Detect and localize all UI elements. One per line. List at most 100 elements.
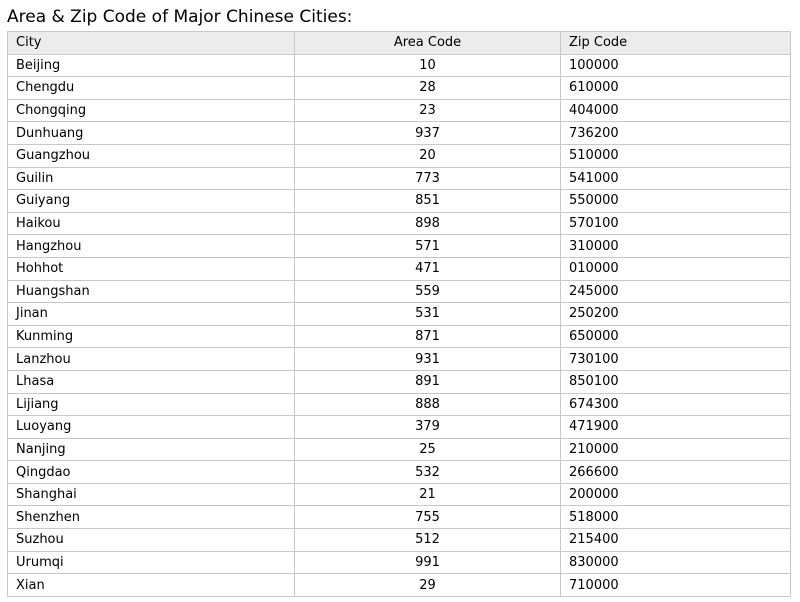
table-body: Beijing 10 100000 Chengdu 28 610000 Chongqing 2… [7,53,791,597]
table-row: Guangzhou 20 510000 [7,143,791,168]
cell-city: Nanjing [7,437,295,462]
cell-zip-code: 266600 [560,460,791,484]
header-area-code: Area Code [294,31,561,55]
cell-zip-code: 550000 [560,189,791,213]
cell-city: Dunhuang [7,121,295,145]
cell-city: Guangzhou [7,143,295,168]
city-code-table: City Area Code Zip Code Beijing 10 100000 C… [7,31,791,597]
cell-zip-code: 674300 [560,392,791,417]
cell-zip-code: 010000 [560,256,791,281]
table-row: Hangzhou 571 310000 [7,234,791,258]
cell-zip-code: 650000 [560,324,791,349]
table-row: Lhasa 891 850100 [7,369,791,394]
cell-zip-code: 710000 [560,573,791,597]
cell-area-code: 10 [294,53,561,78]
table-row: Lanzhou 931 730100 [7,347,791,371]
cell-city: Hangzhou [7,234,295,258]
table-row: Luoyang 379 471900 [7,415,791,439]
cell-city: Lanzhou [7,347,295,371]
cell-zip-code: 570100 [560,211,791,236]
cell-area-code: 531 [294,302,561,326]
cell-area-code: 571 [294,234,561,258]
cell-area-code: 559 [294,279,561,304]
cell-area-code: 471 [294,256,561,281]
table-row: Chongqing 23 404000 [7,98,791,123]
cell-city: Shanghai [7,482,295,507]
table-row: Beijing 10 100000 [7,53,791,78]
cell-zip-code: 730100 [560,347,791,371]
cell-city: Huangshan [7,279,295,304]
cell-area-code: 898 [294,211,561,236]
cell-city: Urumqi [7,550,295,575]
cell-zip-code: 518000 [560,505,791,530]
table-row: Guilin 773 541000 [7,166,791,191]
table-row: Xian 29 710000 [7,573,791,597]
table-row: Lijiang 888 674300 [7,392,791,417]
cell-zip-code: 215400 [560,528,791,552]
cell-city: Qingdao [7,460,295,484]
table-row: Dunhuang 937 736200 [7,121,791,145]
cell-city: Xian [7,573,295,597]
cell-area-code: 512 [294,528,561,552]
cell-city: Jinan [7,302,295,326]
cell-city: Hohhot [7,256,295,281]
cell-area-code: 532 [294,460,561,484]
cell-zip-code: 245000 [560,279,791,304]
cell-area-code: 851 [294,189,561,213]
cell-area-code: 20 [294,143,561,168]
table-row: Huangshan 559 245000 [7,279,791,304]
cell-city: Shenzhen [7,505,295,530]
cell-area-code: 871 [294,324,561,349]
cell-area-code: 25 [294,437,561,462]
cell-city: Guilin [7,166,295,191]
cell-city: Haikou [7,211,295,236]
cell-area-code: 21 [294,482,561,507]
cell-area-code: 891 [294,369,561,394]
cell-zip-code: 850100 [560,369,791,394]
cell-area-code: 28 [294,76,561,100]
cell-area-code: 991 [294,550,561,575]
cell-zip-code: 830000 [560,550,791,575]
cell-area-code: 888 [294,392,561,417]
cell-zip-code: 736200 [560,121,791,145]
cell-zip-code: 471900 [560,415,791,439]
cell-area-code: 937 [294,121,561,145]
cell-city: Kunming [7,324,295,349]
cell-city: Lijiang [7,392,295,417]
cell-area-code: 379 [294,415,561,439]
cell-zip-code: 250200 [560,302,791,326]
table-row: Qingdao 532 266600 [7,460,791,484]
cell-city: Lhasa [7,369,295,394]
cell-city: Guiyang [7,189,295,213]
cell-city: Luoyang [7,415,295,439]
table-row: Hohhot 471 010000 [7,256,791,281]
cell-zip-code: 510000 [560,143,791,168]
cell-area-code: 773 [294,166,561,191]
cell-city: Beijing [7,53,295,78]
table-row: Guiyang 851 550000 [7,189,791,213]
table-header: City Area Code Zip Code [7,31,791,55]
cell-area-code: 23 [294,98,561,123]
cell-area-code: 931 [294,347,561,371]
cell-zip-code: 541000 [560,166,791,191]
cell-zip-code: 100000 [560,53,791,78]
cell-area-code: 755 [294,505,561,530]
table-row: Shanghai 21 200000 [7,482,791,507]
cell-zip-code: 310000 [560,234,791,258]
cell-zip-code: 210000 [560,437,791,462]
header-zip-code: Zip Code [560,31,791,55]
cell-area-code: 29 [294,573,561,597]
cell-city: Suzhou [7,528,295,552]
cell-zip-code: 610000 [560,76,791,100]
table-row: Kunming 871 650000 [7,324,791,349]
table-row: Shenzhen 755 518000 [7,505,791,530]
cell-zip-code: 200000 [560,482,791,507]
table-row: Nanjing 25 210000 [7,437,791,462]
table-row: Chengdu 28 610000 [7,76,791,100]
cell-city: Chengdu [7,76,295,100]
header-row: City Area Code Zip Code [7,31,791,55]
table-row: Suzhou 512 215400 [7,528,791,552]
header-city: City [7,31,295,55]
cell-zip-code: 404000 [560,98,791,123]
table-row: Haikou 898 570100 [7,211,791,236]
